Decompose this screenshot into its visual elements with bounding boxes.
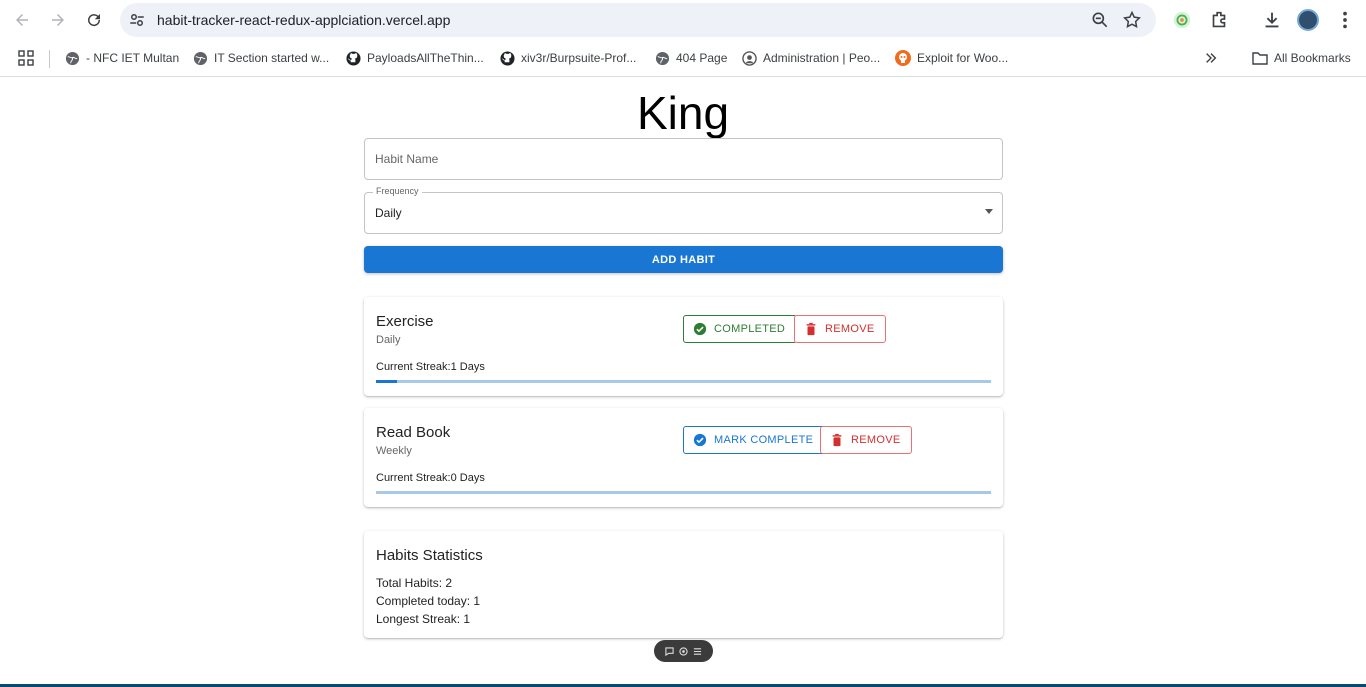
habit-statistics-card: Habits Statistics Total Habits: 2 Comple… — [364, 531, 1003, 638]
bookmark-item[interactable]: PayloadsAllTheThin... — [345, 49, 484, 67]
globe-icon — [654, 50, 670, 66]
extensions-puzzle-icon[interactable] — [1208, 9, 1230, 31]
completed-today: Completed today: 1 — [376, 594, 481, 608]
trash-icon — [804, 322, 818, 336]
check-circle-icon — [693, 322, 707, 336]
bookmark-item[interactable]: - NFC IET Multan — [64, 49, 179, 67]
habit-frequency: Daily — [376, 334, 401, 346]
dropdown-arrow-icon[interactable] — [985, 209, 993, 214]
streak-progress-bar — [376, 491, 991, 494]
habit-name-field[interactable] — [364, 138, 1003, 180]
site-icon — [741, 50, 757, 66]
menu-lines-icon[interactable] — [693, 647, 702, 656]
longest-streak: Longest Streak: 1 — [376, 612, 471, 626]
habit-name: Read Book — [376, 424, 451, 441]
globe-icon — [192, 50, 208, 66]
page-title: King — [636, 87, 730, 139]
add-habit-button[interactable]: ADD HABIT — [364, 246, 1003, 273]
bookmark-item[interactable]: 404 Page — [654, 49, 727, 67]
extension-circle-icon[interactable] — [1171, 9, 1193, 31]
frequency-select[interactable]: Frequency Daily — [364, 186, 1003, 234]
streak-text: Current Streak:0 Days — [376, 472, 485, 484]
bookmark-item[interactable]: xiv3r/Burpsuite-Prof... — [499, 49, 636, 67]
github-icon — [345, 50, 361, 66]
streak-text: Current Streak:1 Days — [376, 361, 485, 373]
remove-button[interactable]: REMOVE — [820, 426, 913, 454]
bookmark-item[interactable]: Exploit for Woo... — [895, 49, 1008, 67]
zoom-icon[interactable] — [1090, 10, 1110, 30]
habit-name-input[interactable] — [365, 139, 1002, 179]
bookmarks-bar: - NFC IET Multan IT Section started w...… — [0, 40, 1366, 77]
site-info-icon[interactable] — [128, 11, 146, 29]
habit-card: Exercise Daily COMPLETED REMOVE Current … — [364, 297, 1003, 396]
address-bar[interactable]: habit-tracker-react-redux-applciation.ve… — [120, 3, 1156, 37]
frequency-label: Frequency — [373, 186, 422, 196]
forward-icon[interactable] — [46, 8, 70, 32]
statistics-title: Habits Statistics — [376, 547, 483, 564]
menu-kebab-icon[interactable] — [1334, 9, 1356, 31]
downloads-icon[interactable] — [1261, 9, 1283, 31]
bookmarks-separator — [49, 50, 50, 68]
back-icon[interactable] — [10, 8, 34, 32]
habit-tracker-app: King Frequency Daily ADD HABIT Exercise … — [0, 78, 1366, 687]
globe-icon — [64, 50, 80, 66]
skull-icon — [895, 50, 911, 66]
habit-name: Exercise — [376, 313, 434, 330]
reload-icon[interactable] — [82, 8, 106, 32]
folder-icon — [1252, 50, 1268, 66]
check-circle-icon — [693, 433, 707, 447]
bookmark-item[interactable]: IT Section started w... — [192, 49, 329, 67]
comment-icon[interactable] — [665, 646, 674, 656]
profile-avatar[interactable] — [1297, 9, 1319, 31]
habit-card: Read Book Weekly MARK COMPLETE REMOVE Cu… — [364, 408, 1003, 507]
url-text[interactable]: habit-tracker-react-redux-applciation.ve… — [157, 12, 450, 28]
bookmark-item[interactable]: Administration | Peo... — [741, 49, 880, 67]
streak-progress-fill — [376, 380, 397, 383]
bookmark-star-icon[interactable] — [1122, 10, 1142, 30]
more-bookmarks-chevron-icon[interactable] — [1204, 49, 1218, 67]
browser-toolbar: habit-tracker-react-redux-applciation.ve… — [0, 0, 1366, 40]
total-habits: Total Habits: 2 — [376, 576, 453, 590]
apps-grid-icon[interactable] — [18, 49, 34, 67]
trash-icon — [830, 433, 844, 447]
completed-button[interactable]: COMPLETED — [683, 315, 798, 343]
all-bookmarks[interactable]: All Bookmarks — [1252, 49, 1351, 67]
github-icon — [499, 50, 515, 66]
floating-toolbar[interactable] — [654, 640, 713, 662]
toggle-icon[interactable] — [679, 646, 688, 656]
streak-progress-bar — [376, 380, 991, 383]
remove-button[interactable]: REMOVE — [794, 315, 887, 343]
habit-frequency: Weekly — [376, 445, 412, 457]
mark-complete-button[interactable]: MARK COMPLETE — [683, 426, 826, 454]
frequency-value[interactable]: Daily — [375, 206, 402, 220]
